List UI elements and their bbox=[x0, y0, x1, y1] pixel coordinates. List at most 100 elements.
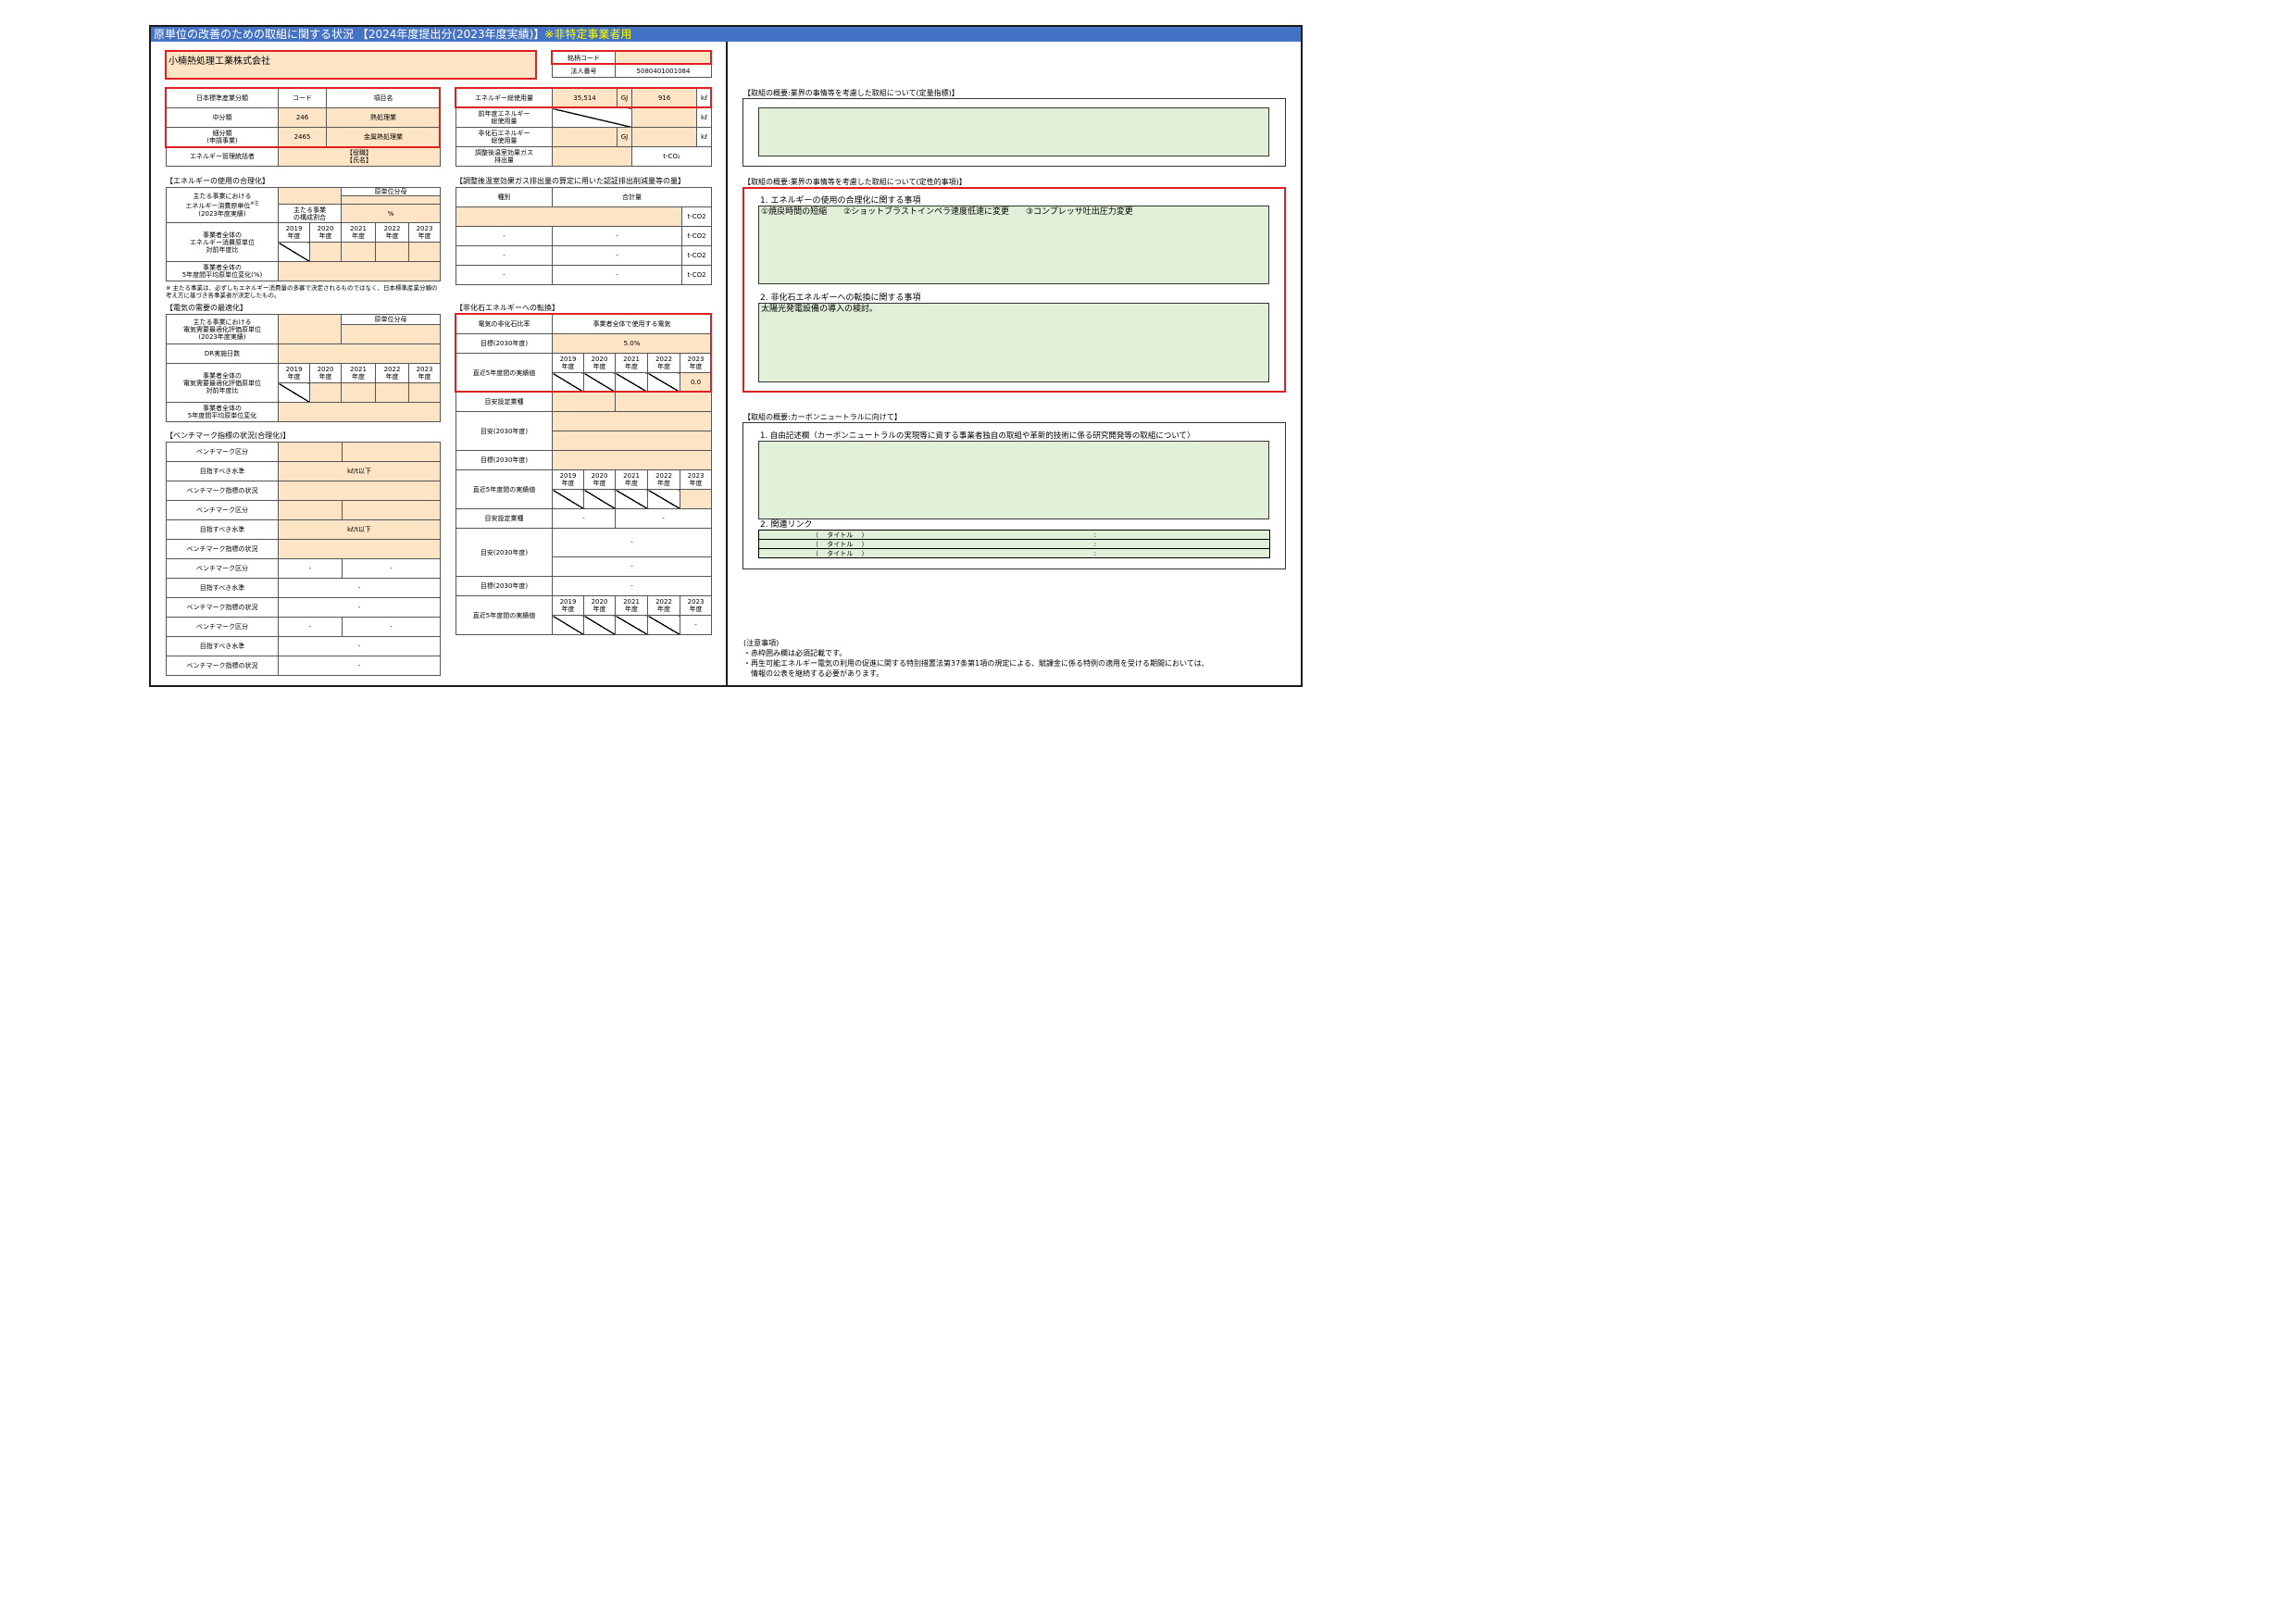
quant-text-area[interactable] bbox=[758, 107, 1269, 156]
link1-title[interactable]: （ タイトル ） bbox=[758, 530, 921, 540]
unit-kl: kℓ bbox=[696, 88, 712, 108]
nf3-actual-2021 bbox=[615, 615, 648, 635]
nf2-actual-2021 bbox=[615, 489, 648, 509]
related-links-table: （ タイトル ）: （ タイトル ）: （ タイトル ）: bbox=[758, 530, 1270, 558]
sheet-title: 原単位の改善のための取組に関する状況 【2024年度提出分(2023年度実績)】 bbox=[154, 28, 545, 41]
electricity-main-label: 主たる事業における 電気需要最適化評価原単位 (2023年度実績) bbox=[166, 314, 279, 344]
nf3-year-2023: 2023 年度 bbox=[679, 595, 713, 616]
cn-item1-title: 1. 自由記述欄（カーボンニュートラルの実現等に資する事業者独自の取組や革新的技… bbox=[760, 431, 1195, 441]
qual-item2-text-area[interactable]: 太陽光発電設備の導入の検討。 bbox=[758, 303, 1269, 382]
link1-url[interactable]: : bbox=[920, 530, 1270, 540]
industry-small-name: 金属熱処理業 bbox=[326, 127, 441, 147]
rationalization-denominator-header: 原単位分母 bbox=[340, 187, 442, 196]
nf-actual3-label: 直近5年度間の実績値 bbox=[455, 595, 553, 635]
credits-row3-value: - bbox=[552, 245, 682, 266]
nf2-year-2020: 2020 年度 bbox=[583, 469, 616, 490]
year-header-2019: 2019 年度 bbox=[278, 222, 310, 243]
nf-actual-2019 bbox=[552, 372, 584, 393]
rationalization-main-value bbox=[278, 187, 342, 205]
nf3-year-2020: 2020 年度 bbox=[583, 595, 616, 616]
nf-target2-label: 目標(2030年度) bbox=[455, 450, 553, 470]
credits-row2-value: - bbox=[552, 226, 682, 246]
note-line-3: 情報の公表を継続する必要があります。 bbox=[743, 669, 884, 678]
nf-setting2-a: - bbox=[552, 508, 616, 529]
unit-gj: GJ bbox=[617, 88, 632, 108]
dr-days-label: DR実施日数 bbox=[166, 344, 279, 364]
benchmark-section-title: 【ベンチマーク指標の状況(合理化)】 bbox=[166, 431, 291, 440]
bm1-category-a bbox=[278, 442, 343, 462]
nonfossil-table: 電気の非化石比率 事業者全体で使用する電気 目標(2030年度) 5.0% 直近5年… bbox=[455, 314, 713, 635]
bm4-status-value: - bbox=[278, 656, 441, 676]
benchmark-table: ベンチマーク区分 目指すべき水準 kℓ/t以下 ベンチマーク指標の状況 ベンチマー… bbox=[166, 442, 441, 676]
el-year-2022: 2022 年度 bbox=[375, 363, 409, 383]
qual-item1-text: ①焼戻時間の短縮 ②ショットブラストインペラ速度低速に変更 ③コンプレッサ吐出圧… bbox=[761, 207, 1133, 217]
corp-no-value: 5080401001084 bbox=[615, 64, 712, 78]
bm4-category-a: - bbox=[278, 617, 343, 637]
rationalization-note: ※ 主たる事業は、必ずしもエネルギー消費量の多寡で決定されるものではなく、日本標… bbox=[166, 284, 438, 299]
industry-middle-label: 中分類 bbox=[166, 107, 279, 128]
yoy-2023 bbox=[407, 242, 442, 262]
energy-total-gj: 35,514 bbox=[552, 88, 618, 108]
dr-days-value bbox=[277, 344, 442, 364]
cn-item1-text-area[interactable] bbox=[758, 441, 1269, 519]
industry-small-label: 細分類 (申請事業) bbox=[166, 127, 279, 147]
nf2-year-2021: 2021 年度 bbox=[615, 469, 648, 490]
bm2-target-label: 目指すべき水準 bbox=[166, 519, 279, 540]
bm3-target-value: - bbox=[278, 578, 441, 598]
electricity-table: 主たる事業における 電気需要最適化評価原単位 (2023年度実績) 原単位分母 DR実… bbox=[166, 314, 442, 422]
stock-code-label: 銘柄コード bbox=[552, 51, 616, 65]
yoy-2019-slash bbox=[278, 242, 310, 262]
rationalization-avg-value bbox=[277, 261, 442, 281]
credits-header-type: 種別 bbox=[455, 187, 553, 207]
credits-table: 種別 合計量 t-CO2 - - t-CO2 - - t-CO2 - - t-CO2 bbox=[455, 187, 712, 285]
link2-url[interactable]: : bbox=[920, 539, 1270, 549]
energy-prev-gj-slash bbox=[552, 107, 632, 128]
note-line-2: ・再生可能エネルギー電気の利用の促進に関する特別措置法第37条第1項の規定による… bbox=[743, 659, 1209, 668]
nf2-year-2022: 2022 年度 bbox=[647, 469, 680, 490]
bm3-category-b: - bbox=[342, 558, 441, 579]
electricity-avg-label: 事業者全体の 5年度間平均原単位変化 bbox=[166, 402, 279, 422]
column-divider bbox=[726, 42, 728, 687]
sheet-title-bar: 原単位の改善のための取組に関する状況 【2024年度提出分(2023年度実績)】… bbox=[151, 27, 1301, 42]
qual-item1-text-area[interactable]: ①焼戻時間の短縮 ②ショットブラストインペラ速度低速に変更 ③コンプレッサ吐出圧… bbox=[758, 206, 1269, 284]
nf-target2-value bbox=[551, 450, 713, 470]
nf3-year-2019: 2019 年度 bbox=[552, 595, 584, 616]
nf-year-2021: 2021 年度 bbox=[615, 353, 648, 373]
link3-url[interactable]: : bbox=[920, 548, 1270, 558]
bm3-category-a: - bbox=[278, 558, 343, 579]
stock-code-value bbox=[615, 51, 712, 65]
nf-target-label: 目標(2030年度) bbox=[455, 333, 553, 354]
bm3-target-label: 目指すべき水準 bbox=[166, 578, 279, 598]
nf2-actual-2019 bbox=[552, 489, 584, 509]
nf-guide1-b bbox=[551, 431, 713, 451]
energy-total-label: エネルギー総使用量 bbox=[455, 88, 553, 108]
yoy-2022 bbox=[375, 242, 409, 262]
industry-middle-name: 熱処理業 bbox=[326, 107, 441, 128]
qual-item1-title: 1. エネルギーの使用の合理化に関する事項 bbox=[760, 196, 921, 206]
industry-middle-code: 246 bbox=[278, 107, 327, 128]
rationalization-ratio-label: 主たる事業 の構成割合 bbox=[278, 204, 342, 223]
bm1-category-b bbox=[342, 442, 441, 462]
credits-row4-unit: t-CO2 bbox=[681, 265, 712, 285]
link2-title[interactable]: （ タイトル ） bbox=[758, 539, 921, 549]
energy-usage-table: エネルギー総使用量 35,514 GJ 916 kℓ 前年度エネルギー 総使用量 kℓ 非化… bbox=[455, 88, 712, 167]
nf-guide2-a: - bbox=[551, 528, 713, 557]
quant-section-title: 【取組の概要:業界の事情等を考慮した取組について(定量指標)】 bbox=[743, 89, 959, 97]
link3-title[interactable]: （ タイトル ） bbox=[758, 548, 921, 558]
electricity-main-value bbox=[278, 314, 342, 344]
el-year-2023: 2023 年度 bbox=[407, 363, 442, 383]
nf3-actual-2023: - bbox=[679, 615, 713, 635]
nf-setting1-b bbox=[614, 392, 713, 412]
nf-actual-label: 直近5年度間の実績値 bbox=[455, 353, 553, 393]
nonfossil-scope-label: 事業者全体で使用する電気 bbox=[551, 314, 713, 334]
nf-guide1-label: 目安(2030年度) bbox=[455, 411, 553, 451]
nonfossil-total-kl bbox=[631, 127, 697, 147]
nf-year-2022: 2022 年度 bbox=[647, 353, 680, 373]
unit-kl-2: kℓ bbox=[696, 107, 712, 128]
rationalization-ratio-value: % bbox=[340, 204, 442, 223]
unit-kl-3: kℓ bbox=[696, 127, 712, 147]
nf-actual-2021 bbox=[615, 372, 648, 393]
bm1-status-value bbox=[278, 481, 441, 501]
yoy-2021 bbox=[341, 242, 376, 262]
nonfossil-section-title: 【非化石エネルギーへの転換】 bbox=[455, 304, 559, 312]
